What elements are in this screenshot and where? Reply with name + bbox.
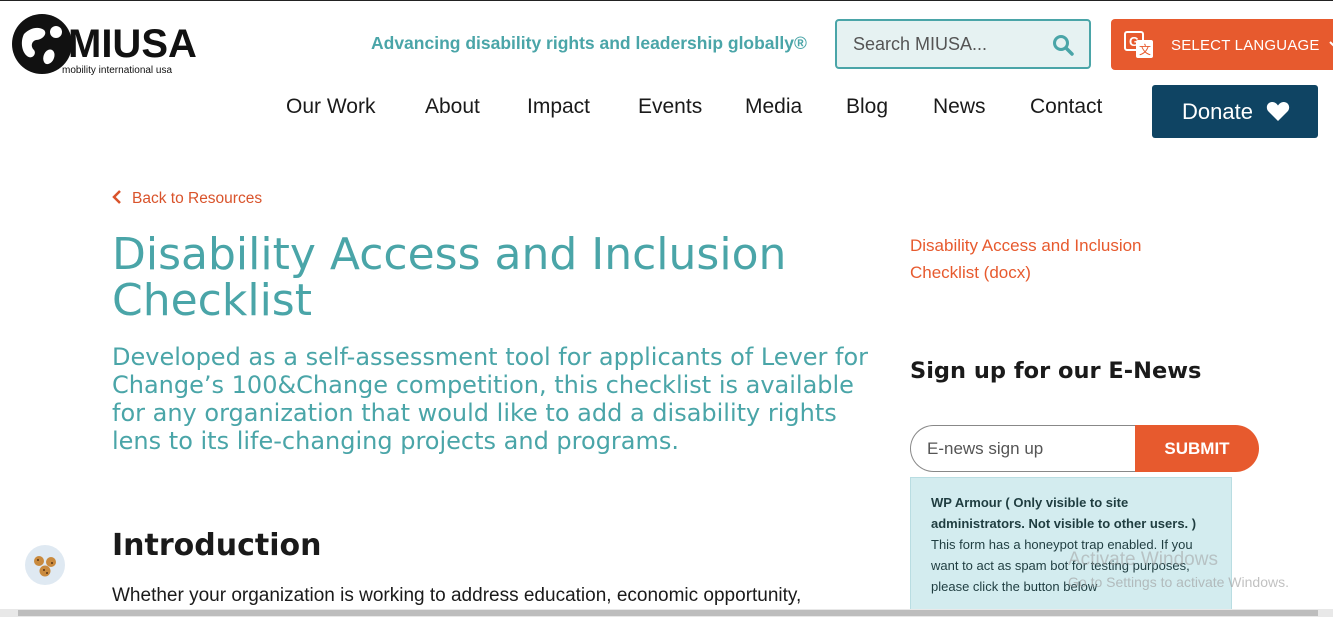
nav-item-events[interactable]: Events [638, 95, 702, 119]
site-search [835, 19, 1091, 69]
enews-submit-button[interactable]: SUBMIT [1135, 425, 1259, 472]
nav-item-news[interactable]: News [933, 95, 986, 119]
svg-text:文: 文 [1139, 42, 1151, 57]
nav-item-media[interactable]: Media [745, 95, 802, 119]
donate-button[interactable]: Donate [1152, 85, 1318, 138]
activate-windows-title: Activate Windows [1068, 549, 1218, 570]
search-icon[interactable] [1051, 33, 1075, 57]
miusa-logo[interactable]: MIUSA mobility international usa [10, 10, 200, 80]
nav-item-blog[interactable]: Blog [846, 95, 888, 119]
nav-item-about[interactable]: About [425, 95, 480, 119]
back-to-resources-link[interactable]: Back to Resources [112, 190, 262, 208]
introduction-paragraph: Whether your organization is working to … [112, 585, 802, 606]
enews-signup-form: SUBMIT [910, 425, 1260, 472]
cookie-settings-button[interactable] [25, 545, 65, 585]
chevron-left-icon [112, 190, 121, 204]
nav-item-our-work[interactable]: Our Work [286, 95, 375, 119]
wp-armour-notice: WP Armour ( Only visible to site adminis… [910, 477, 1232, 617]
logo-subtext: mobility international usa [62, 65, 173, 76]
activate-windows-subtitle: Go to Settings to activate Windows. [1068, 574, 1289, 590]
back-link-label: Back to Resources [132, 190, 263, 207]
select-language-button[interactable]: G 文 SELECT LANGUAGE [1111, 19, 1333, 70]
translate-icon: G 文 [1124, 31, 1153, 58]
horizontal-scrollbar[interactable] [0, 609, 1333, 617]
scrollbar-thumb[interactable] [18, 610, 1318, 616]
chevron-down-icon [1329, 41, 1333, 47]
page-title: Disability Access and Inclusion Checklis… [112, 229, 787, 326]
enews-email-field[interactable] [910, 425, 1142, 472]
cookie-icon [34, 556, 56, 577]
top-border-line [0, 0, 1333, 1]
select-language-label: SELECT LANGUAGE [1171, 37, 1320, 54]
donate-label: Donate [1182, 99, 1253, 124]
nav-item-contact[interactable]: Contact [1030, 95, 1102, 119]
search-input[interactable] [853, 34, 1043, 55]
site-tagline: Advancing disability rights and leadersh… [371, 33, 807, 53]
introduction-heading: Introduction [112, 528, 322, 563]
nav-item-impact[interactable]: Impact [527, 95, 590, 119]
heart-icon [1266, 101, 1290, 121]
logo-wordmark: MIUSA [68, 22, 197, 66]
enews-heading: Sign up for our E-News [910, 358, 1202, 384]
page-lead: Developed as a self-assessment tool for … [112, 343, 869, 455]
notice-heading: WP Armour ( Only visible to site adminis… [931, 495, 1197, 531]
checklist-download-link[interactable]: Disability Access and Inclusion Checklis… [910, 232, 1210, 286]
